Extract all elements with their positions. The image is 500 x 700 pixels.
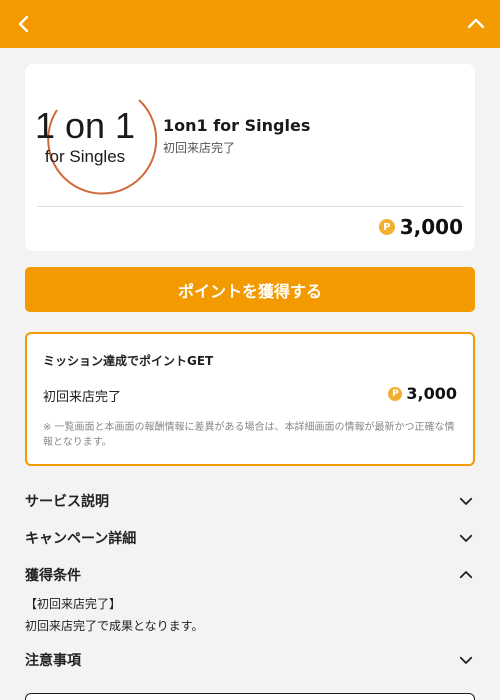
- chevron-down-icon: [459, 656, 473, 664]
- mission-note: ※ 一覧画面と本画面の報酬情報に差異がある場合は、本詳細画面の情報が最新かつ正確…: [43, 422, 455, 448]
- shop-points: P 3,000: [378, 215, 463, 239]
- mission-box: ミッション達成でポイントGET 初回来店完了 P 3,000 ※ 一覧画面と本画…: [25, 332, 475, 466]
- mission-points-value: 3,000: [406, 384, 457, 403]
- chevron-down-icon: [459, 534, 473, 542]
- shop-logo: 1 on 1 for Singles: [35, 99, 157, 195]
- accordion-label: 獲得条件: [25, 568, 81, 584]
- app-header: [0, 0, 500, 48]
- conditions-heading: 【初回来店完了】: [25, 597, 122, 611]
- mission-title: ミッション達成でポイントGET: [43, 354, 214, 368]
- shop-name: 1on1 for Singles: [163, 116, 311, 135]
- accordion-service-description[interactable]: サービス説明: [25, 489, 475, 513]
- chevron-up-icon: [459, 571, 473, 579]
- divider: [37, 206, 463, 207]
- chevron-left-icon[interactable]: [12, 12, 36, 36]
- logo-line2: for Singles: [45, 147, 125, 166]
- shop-card: 1 on 1 for Singles 1on1 for Singles 初回来店…: [25, 64, 475, 251]
- conditions-description: 初回来店完了で成果となります。: [25, 619, 204, 633]
- mission-item-label: 初回来店完了: [43, 390, 122, 405]
- bottom-button-partial[interactable]: [25, 693, 475, 700]
- get-points-button[interactable]: ポイントを獲得する: [25, 267, 475, 312]
- accordion-campaign-details[interactable]: キャンペーン詳細: [25, 526, 475, 550]
- accordion-label: サービス説明: [25, 494, 109, 510]
- accordion-label: 注意事項: [25, 653, 81, 669]
- shop-subtitle: 初回来店完了: [163, 141, 236, 155]
- point-coin-icon: P: [378, 219, 395, 235]
- mission-points: P 3,000: [388, 384, 457, 403]
- logo-line1: 1 on 1: [35, 105, 135, 146]
- point-coin-icon: P: [388, 386, 403, 401]
- accordion-acquisition-conditions[interactable]: 獲得条件: [25, 563, 475, 587]
- chevron-down-icon: [459, 497, 473, 505]
- shop-points-value: 3,000: [399, 215, 463, 239]
- accordion-label: キャンペーン詳細: [25, 531, 137, 547]
- accordion-notes[interactable]: 注意事項: [25, 648, 475, 672]
- chevron-up-icon[interactable]: [464, 12, 488, 36]
